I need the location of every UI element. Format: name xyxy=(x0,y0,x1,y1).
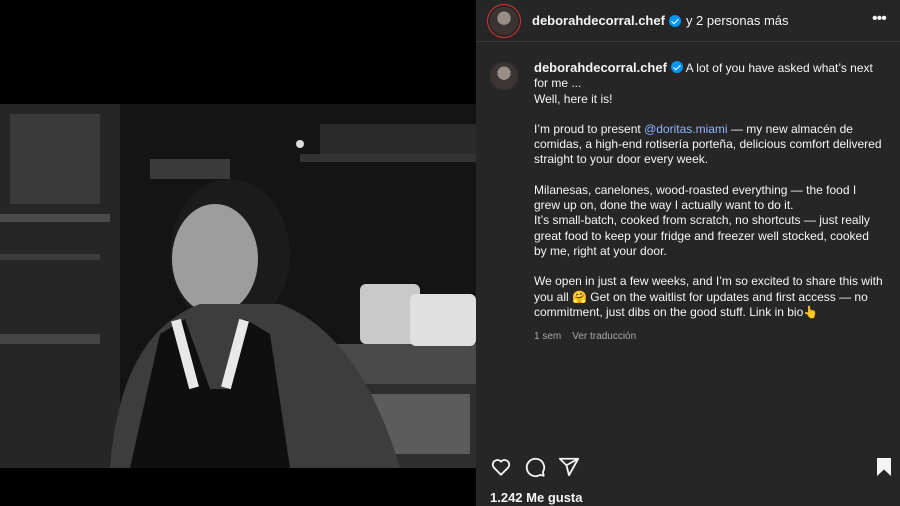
post-media xyxy=(0,0,476,506)
caption-text: deborahdecorral.chef A lot of you have a… xyxy=(534,60,884,344)
caption-line: I’m proud to present xyxy=(534,121,645,136)
caption-line: Well, here it is! xyxy=(534,91,613,106)
post-time[interactable]: 1 sem xyxy=(534,329,561,344)
comment-icon[interactable] xyxy=(524,456,546,478)
caption-block: deborahdecorral.chef A lot of you have a… xyxy=(490,60,890,344)
author-username[interactable]: deborahdecorral.chef xyxy=(532,13,665,28)
action-bar xyxy=(490,456,894,478)
photo-illustration xyxy=(0,104,476,468)
caption-line: Milanesas, canelones, wood-roasted every… xyxy=(534,182,857,213)
caption-line: We open in just a few weeks, and I’m so … xyxy=(534,274,883,319)
bookmark-icon[interactable] xyxy=(874,456,894,478)
more-horizontal-icon[interactable]: ••• xyxy=(872,11,888,28)
likes-count[interactable]: 1.242 Me gusta xyxy=(490,490,583,505)
author-avatar[interactable] xyxy=(490,6,518,35)
post-photo[interactable] xyxy=(0,104,476,468)
heart-icon[interactable] xyxy=(490,456,512,478)
caption-author-avatar[interactable] xyxy=(490,62,518,90)
translate-button[interactable]: Ver traducción xyxy=(572,329,636,344)
verified-badge-icon xyxy=(668,14,681,27)
caption-line: It’s small-batch, cooked from scratch, n… xyxy=(534,213,870,258)
post-sidebar: deborahdecorral.chef y 2 personas más ••… xyxy=(476,0,900,506)
mention-link[interactable]: @doritas.miami xyxy=(644,122,728,136)
collaborators-link[interactable]: y 2 personas más xyxy=(686,13,789,28)
caption-verified-badge-icon xyxy=(670,61,683,73)
post-header: deborahdecorral.chef y 2 personas más ••… xyxy=(476,0,900,42)
caption-meta: 1 sem Ver traducción xyxy=(534,329,884,344)
share-icon[interactable] xyxy=(558,456,580,478)
caption-username[interactable]: deborahdecorral.chef xyxy=(534,60,667,75)
